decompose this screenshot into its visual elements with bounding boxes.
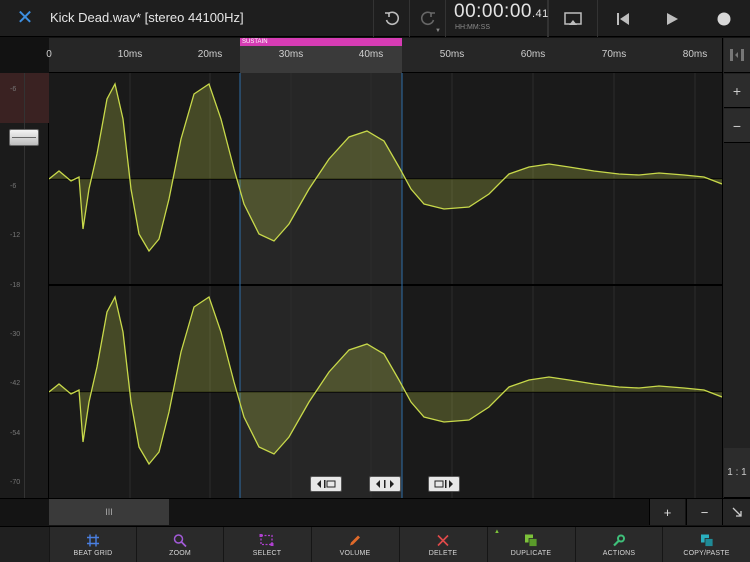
horizontal-zoom-in-button[interactable]: + (649, 499, 685, 525)
ruler-tick-label: 20ms (197, 49, 223, 60)
screen-cast-icon (563, 11, 582, 25)
zoom-label: ZOOM (169, 549, 191, 557)
wrench-icon (613, 534, 625, 546)
beat-grid-button[interactable]: BEAT GRID (49, 527, 136, 562)
rewind-button[interactable] (597, 0, 647, 37)
timecode-fraction: .41 (531, 8, 549, 20)
ruler-tick-label: 80ms (682, 49, 708, 60)
db-label: -6 (10, 86, 17, 93)
horizontal-zoom-out-button[interactable]: − (686, 499, 722, 525)
actions-button[interactable]: ACTIONS (575, 527, 662, 562)
delete-label: DELETE (428, 549, 458, 557)
duplicate-icon (525, 534, 538, 547)
expand-indicator-icon: ▲ (494, 529, 500, 535)
zoom-button[interactable]: ZOOM (136, 527, 223, 562)
select-button[interactable]: SELECT (223, 527, 310, 562)
mid-marker[interactable] (369, 476, 401, 492)
pencil-icon (350, 535, 360, 545)
copy-icon (700, 534, 713, 547)
copy-paste-button[interactable]: COPY/PASTE (662, 527, 750, 562)
ruler-tick-label: 30ms (278, 49, 304, 60)
undo-icon (384, 11, 399, 25)
close-icon[interactable]: ✕ (12, 6, 38, 30)
waveform-area[interactable] (48, 73, 723, 498)
split-view-button[interactable] (724, 38, 750, 73)
file-title: Kick Dead.wav* [stereo 44100Hz] (50, 10, 244, 25)
start-marker[interactable] (310, 476, 342, 492)
ruler-tick-label: 40ms (358, 49, 384, 60)
db-label: -70 (10, 479, 21, 486)
ruler-tick-label: 50ms (439, 49, 465, 60)
fit-icon (732, 507, 742, 517)
timecode: 00:00:00.41 (454, 1, 549, 23)
record-icon (717, 12, 730, 25)
db-label: -54 (10, 430, 21, 437)
timecode-format: HH:MM:SS (455, 24, 490, 31)
db-label: -42 (10, 380, 21, 387)
ruler-tick-label: 10ms (117, 49, 143, 60)
play-button[interactable] (647, 0, 697, 37)
record-button[interactable] (697, 0, 750, 37)
ruler-tick-label: 60ms (520, 49, 546, 60)
selection-icon (259, 533, 274, 546)
split-icon (730, 49, 744, 61)
marker-end-icon (434, 480, 453, 488)
copy-paste-label: COPY/PASTE (683, 549, 730, 557)
volume-button[interactable]: VOLUME (311, 527, 398, 562)
beat-grid-label: BEAT GRID (73, 549, 113, 557)
fit-button[interactable] (722, 499, 750, 525)
undo-button[interactable] (373, 0, 409, 37)
vertical-zoom-in-button[interactable]: + (724, 74, 750, 108)
duplicate-label: DUPLICATE (510, 549, 552, 557)
volume-label: VOLUME (339, 549, 371, 557)
play-icon (667, 12, 678, 25)
cast-button[interactable] (548, 0, 596, 37)
scroll-thumb[interactable]: III (49, 499, 169, 525)
db-label: -30 (10, 331, 21, 338)
redo-icon (420, 11, 435, 25)
volume-fader[interactable] (9, 129, 39, 146)
db-label: -12 (10, 232, 21, 239)
duplicate-button[interactable]: ▲ DUPLICATE (487, 527, 574, 562)
redo-button[interactable]: ▼ (409, 0, 445, 37)
sustain-label[interactable]: SUSTAIN (240, 38, 402, 46)
magnifier-icon (173, 533, 187, 547)
actions-label: ACTIONS (602, 549, 636, 557)
vertical-zoom-out-button[interactable]: − (724, 109, 750, 143)
dropdown-icon[interactable]: ▼ (435, 28, 441, 34)
marker-mid-icon (376, 480, 394, 488)
timecode-main: 00:00:00 (454, 1, 532, 22)
zoom-ratio-button[interactable]: 1 : 1 (724, 448, 750, 498)
skip-back-icon (616, 12, 629, 25)
ruler-tick-label: 0 (46, 49, 52, 60)
grid-icon (87, 534, 99, 546)
marker-start-icon (317, 480, 336, 488)
end-marker[interactable] (428, 476, 460, 492)
select-label: SELECT (252, 549, 282, 557)
delete-button[interactable]: DELETE (399, 527, 486, 562)
db-label: -6 (10, 183, 17, 190)
waveform-svg[interactable] (48, 73, 723, 498)
delete-icon (437, 534, 449, 546)
ruler-tick-label: 70ms (601, 49, 627, 60)
db-label: -18 (10, 282, 21, 289)
toolbar-spacer (0, 527, 49, 562)
